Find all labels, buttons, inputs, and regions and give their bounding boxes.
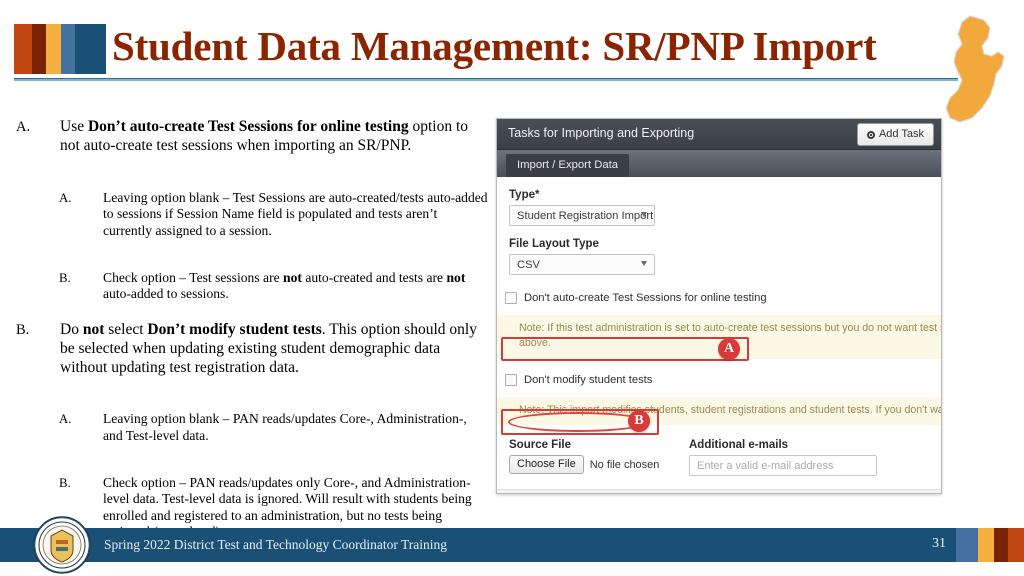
title-accent-bars bbox=[14, 24, 106, 74]
type-label: Type* bbox=[509, 189, 540, 201]
file-layout-select[interactable]: CSV bbox=[509, 254, 655, 275]
panel-title: Tasks for Importing and Exporting bbox=[508, 126, 695, 140]
page-number: 31 bbox=[932, 536, 946, 551]
accent-bar-yellow bbox=[46, 24, 61, 74]
sub-text-1: Check option – Test sessions are bbox=[103, 269, 284, 285]
tab-import-export-data[interactable]: Import / Export Data bbox=[506, 154, 630, 177]
outline-item-a-sub-b: B. Check option – Test sessions are not … bbox=[16, 270, 488, 303]
additional-emails-label: Additional e-mails bbox=[689, 439, 789, 452]
outline-body: Use Don’t auto-create Test Sessions for … bbox=[60, 118, 488, 156]
footer-text: Spring 2022 District Test and Technology… bbox=[104, 537, 447, 552]
outline-bold-option-name: Don’t auto-create Test Sessions for onli… bbox=[87, 118, 409, 135]
footer-accent-yellow bbox=[978, 528, 994, 562]
outline-item-b-sub-a: A. Leaving option blank – PAN reads/upda… bbox=[16, 411, 488, 444]
additional-emails-group: Additional e-mails Enter a valid e-mail … bbox=[689, 439, 919, 477]
source-file-label: Source File bbox=[509, 439, 571, 452]
outline-body: Do not select Don’t modify student tests… bbox=[60, 321, 488, 378]
footer-accent-dark-red bbox=[994, 528, 1008, 562]
outline-body: Leaving option blank – PAN reads/updates… bbox=[103, 411, 467, 443]
checkbox-dont-autocreate[interactable] bbox=[505, 292, 517, 304]
choose-file-button[interactable]: Choose File bbox=[509, 455, 584, 475]
annotation-callout-a: A bbox=[718, 338, 740, 360]
footer-accent-bars bbox=[956, 528, 1024, 562]
outline-text-before: Use bbox=[60, 118, 88, 135]
source-file-group: Source File Choose File No file chosen bbox=[509, 439, 689, 476]
outline-marker: A. bbox=[59, 412, 72, 427]
outline-body: Check option – Test sessions are not aut… bbox=[103, 270, 488, 303]
accent-bar-dark-red bbox=[32, 24, 46, 74]
checkbox-autocreate-label: Don't auto-create Test Sessions for onli… bbox=[524, 292, 767, 304]
add-task-button[interactable]: Add Task bbox=[856, 123, 934, 146]
pan-screenshot-panel: Tasks for Importing and Exporting Add Ta… bbox=[496, 118, 942, 494]
additional-emails-input[interactable]: Enter a valid e-mail address bbox=[689, 455, 877, 477]
chevron-down-icon bbox=[641, 212, 647, 217]
accent-bar-orange bbox=[14, 24, 32, 74]
outline-marker: A. bbox=[16, 119, 31, 135]
type-select[interactable]: Student Registration Import bbox=[509, 205, 655, 226]
sub-bold-1: not bbox=[283, 269, 302, 285]
panel-header: Tasks for Importing and Exporting Add Ta… bbox=[497, 119, 941, 150]
file-layout-select-value: CSV bbox=[517, 258, 541, 271]
page-title: Student Data Management: SR/PNP Import bbox=[112, 23, 877, 69]
file-layout-label: File Layout Type bbox=[509, 238, 599, 250]
accent-bar-dark-blue bbox=[75, 24, 106, 74]
new-jersey-map-icon bbox=[945, 15, 1005, 123]
b-bold-2: Don’t modify student tests bbox=[147, 320, 322, 338]
panel-body: Type* Student Registration Import File L… bbox=[497, 177, 941, 493]
b-bold-1: not bbox=[82, 320, 105, 338]
panel-tabbar: Import / Export Data bbox=[497, 150, 941, 177]
action-bar: Process Reset bbox=[497, 489, 941, 493]
note-autocreate-line1: Note: If this test administration is set… bbox=[519, 322, 941, 334]
sub-text-3: auto-added to sessions. bbox=[103, 286, 229, 302]
b-text-2: select bbox=[104, 320, 148, 338]
note-modify-line1: Note: This import modifies students, stu… bbox=[519, 403, 941, 416]
checkbox-dont-modify[interactable] bbox=[505, 373, 517, 386]
lower-form: Source File Choose File No file chosen A… bbox=[497, 439, 941, 477]
annotation-callout-b: B bbox=[628, 410, 650, 432]
file-picker-row[interactable]: Choose File No file chosen bbox=[509, 455, 689, 475]
new-jersey-state-seal bbox=[33, 516, 91, 574]
sub-bold-2: not bbox=[446, 269, 466, 285]
type-select-value: Student Registration Import bbox=[517, 209, 654, 222]
b-text-1: Do bbox=[60, 320, 83, 338]
outline-item-a: A. Use Don’t auto-create Test Sessions f… bbox=[16, 118, 488, 156]
checkbox-row-autocreate[interactable]: Don't auto-create Test Sessions for onli… bbox=[505, 287, 941, 309]
note-modify: Note: This import modifies students, stu… bbox=[497, 396, 941, 426]
title-divider bbox=[14, 78, 958, 81]
outline-marker: B. bbox=[16, 321, 30, 338]
outline-body: Leaving option blank – Test Sessions are… bbox=[103, 189, 488, 238]
sub-text-2: auto-created and tests are bbox=[301, 269, 447, 285]
add-task-label: Add Task bbox=[878, 128, 924, 140]
checkbox-modify-label: Don't modify student tests bbox=[524, 373, 653, 386]
slide-root: Student Data Management: SR/PNP Import A… bbox=[0, 0, 1024, 576]
footer-accent-orange bbox=[1008, 528, 1024, 562]
outline-item-b: B. Do not select Don’t modify student te… bbox=[16, 321, 488, 378]
no-file-chosen-text: No file chosen bbox=[589, 458, 660, 471]
chevron-down-icon bbox=[641, 261, 647, 266]
accent-bar-mid-blue bbox=[61, 24, 75, 74]
plus-circle-icon bbox=[866, 130, 875, 139]
outline-item-a-sub-a: A. Leaving option blank – Test Sessions … bbox=[16, 190, 488, 240]
outline-text: A. Use Don’t auto-create Test Sessions f… bbox=[16, 118, 488, 545]
checkbox-row-modify[interactable]: Don't modify student tests bbox=[505, 369, 941, 391]
footer-accent-mid-blue bbox=[956, 528, 978, 562]
outline-marker: A. bbox=[59, 190, 72, 205]
outline-marker: B. bbox=[59, 270, 71, 285]
slide-footer: Spring 2022 District Test and Technology… bbox=[0, 528, 1024, 562]
